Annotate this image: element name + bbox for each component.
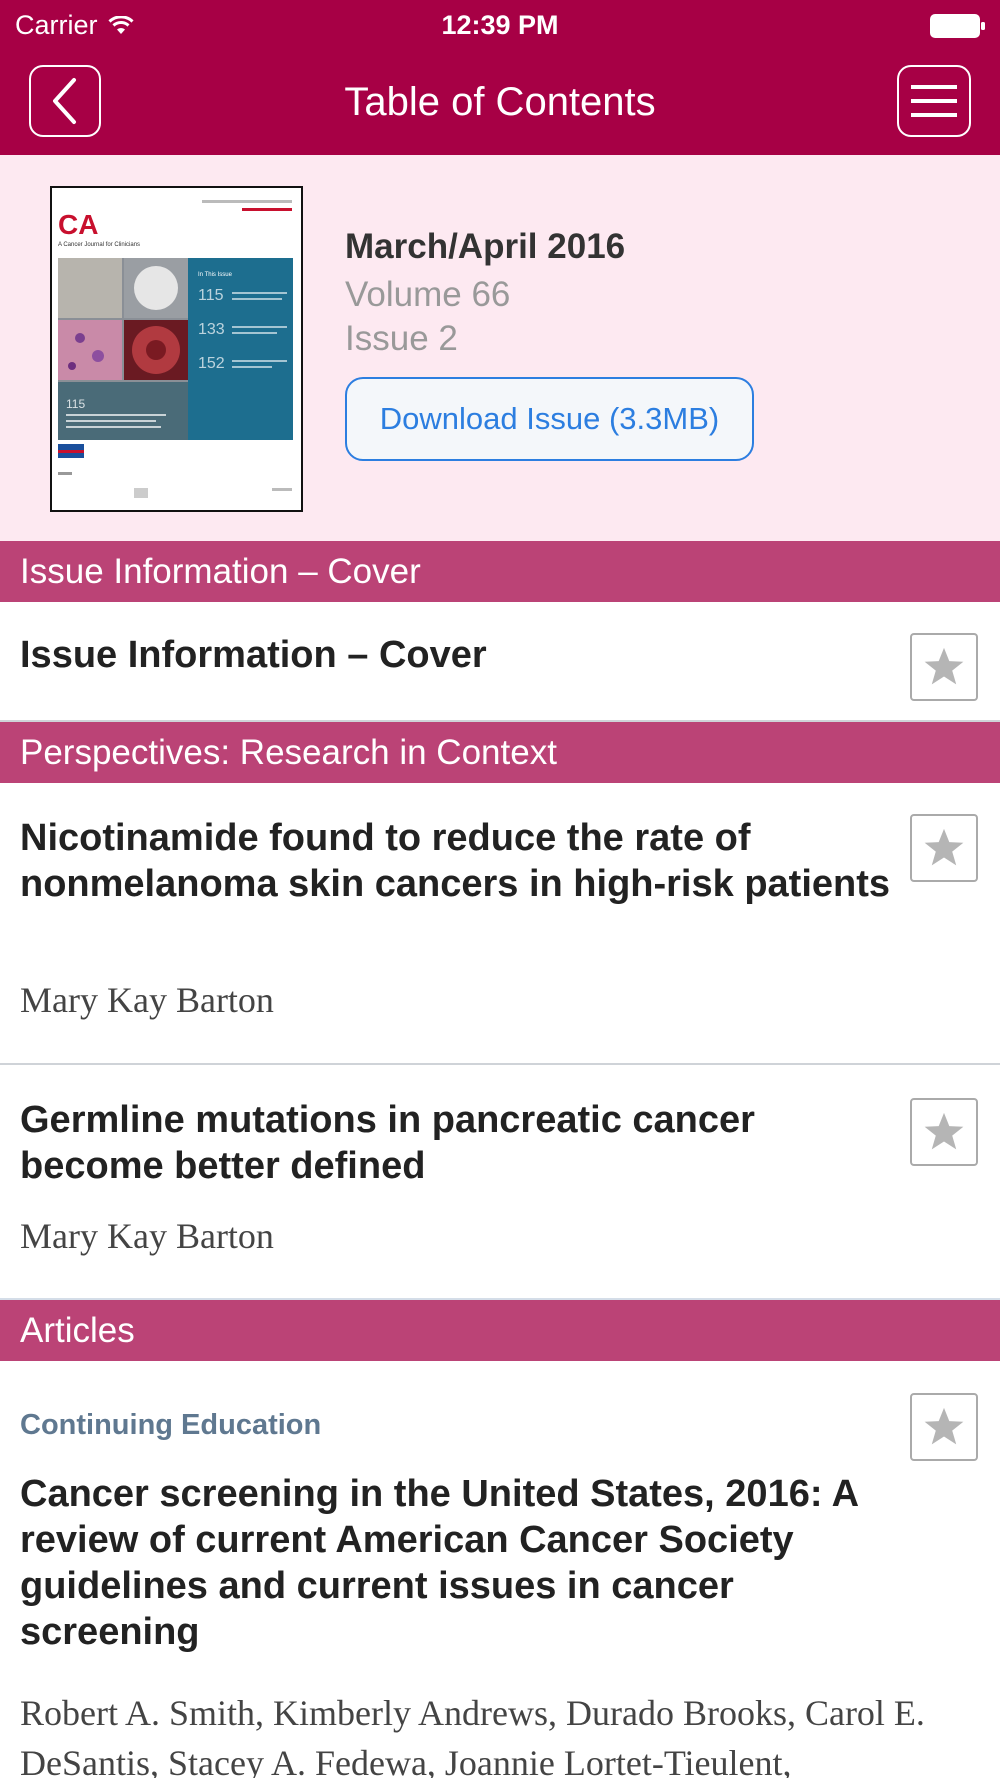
article-row-issue-cover[interactable]: Issue Information – Cover	[0, 602, 1000, 720]
favorite-button[interactable]	[910, 1393, 978, 1461]
issue-cover-image[interactable]: CA A Cancer Journal for Clinicians In Th…	[50, 186, 303, 512]
cover-number-2: 133	[198, 321, 225, 338]
article-title[interactable]: Issue Information – Cover	[20, 632, 900, 678]
navigation-bar: Carrier 12:39 PM Table of Contents	[0, 0, 1000, 155]
favorite-button[interactable]	[910, 633, 978, 701]
cover-logo: CA	[58, 209, 98, 240]
article-authors: Mary Kay Barton	[20, 980, 274, 1020]
svg-text:In This Issue: In This Issue	[198, 272, 233, 278]
battery-icon	[930, 14, 985, 38]
star-icon	[924, 1112, 964, 1150]
favorite-button[interactable]	[910, 1098, 978, 1166]
article-row-germline[interactable]: Germline mutations in pancreatic cancer …	[0, 1065, 1000, 1300]
issue-date: March/April 2016	[345, 227, 626, 266]
status-bar: Carrier 12:39 PM	[0, 0, 1000, 50]
issue-header: CA A Cancer Journal for Clinicians In Th…	[0, 155, 1000, 541]
cover-number-3: 152	[198, 355, 225, 372]
article-category: Continuing Education	[20, 1409, 322, 1441]
issue-volume: Volume 66	[345, 275, 511, 314]
article-title[interactable]: Nicotinamide found to reduce the rate of…	[20, 815, 900, 907]
article-row-nicotinamide[interactable]: Nicotinamide found to reduce the rate of…	[0, 783, 1000, 1063]
article-title[interactable]: Germline mutations in pancreatic cancer …	[20, 1097, 900, 1189]
article-title[interactable]: Cancer screening in the United States, 2…	[20, 1471, 900, 1655]
cover-number-1: 115	[198, 287, 224, 304]
article-authors: Mary Kay Barton	[20, 1216, 274, 1256]
menu-button[interactable]	[897, 65, 971, 137]
article-row-cancer-screening[interactable]: Continuing Education Cancer screening in…	[0, 1361, 1000, 1778]
star-icon	[924, 647, 964, 685]
page-title: Table of Contents	[344, 80, 656, 124]
hamburger-menu-icon	[911, 85, 957, 117]
article-authors: Robert A. Smith, Kimberly Andrews, Durad…	[20, 1693, 925, 1778]
issue-number: Issue 2	[345, 319, 458, 358]
download-issue-button[interactable]: Download Issue (3.3MB)	[345, 377, 754, 461]
star-icon	[924, 828, 964, 866]
favorite-button[interactable]	[910, 814, 978, 882]
status-time: 12:39 PM	[441, 10, 559, 40]
cover-subtitle: A Cancer Journal for Clinicians	[58, 242, 140, 248]
section-header-issue-information: Issue Information – Cover	[0, 541, 1000, 602]
cover-artwork: CA A Cancer Journal for Clinicians In Th…	[52, 188, 301, 510]
star-icon	[924, 1407, 964, 1445]
section-header-articles: Articles	[0, 1300, 1000, 1361]
cover-feature-number: 115	[66, 397, 85, 411]
issue-info: March/April 2016 Volume 66 Issue 2	[345, 227, 625, 359]
section-header-perspectives: Perspectives: Research in Context	[0, 722, 1000, 783]
